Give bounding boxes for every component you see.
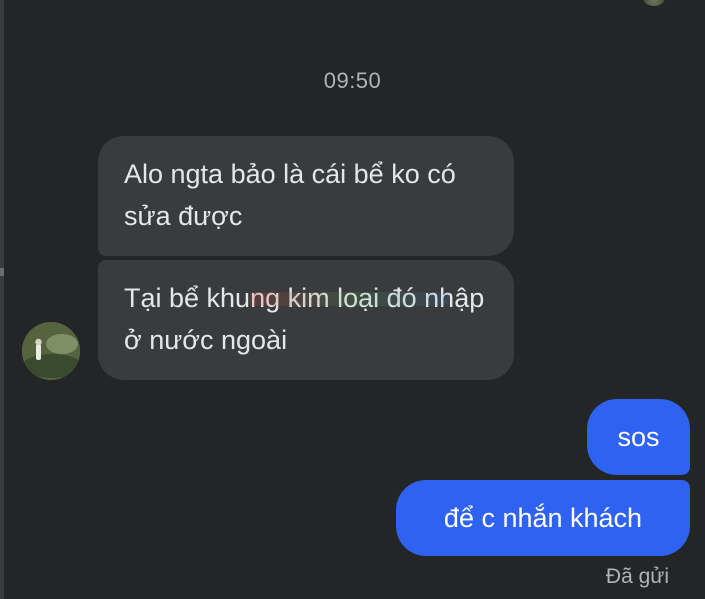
- avatar-photo: [22, 322, 80, 380]
- incoming-message-bubble[interactable]: Alo ngta bảo là cái bể ko có sửa được: [98, 136, 514, 256]
- outgoing-message-bubble[interactable]: để c nhắn khách: [396, 480, 690, 556]
- incoming-message-bubble[interactable]: Tại bể khung kim loại đó nhập ở nước ngo…: [98, 260, 514, 380]
- message-timestamp: 09:50: [323, 68, 382, 93]
- seen-avatar-icon: [643, 0, 665, 6]
- watermark-overlay: [250, 292, 450, 306]
- contact-avatar-icon[interactable]: [22, 322, 80, 380]
- outgoing-message-bubble[interactable]: sos: [587, 399, 690, 475]
- panel-divider-handle[interactable]: [0, 268, 4, 276]
- delivery-status: Đã gửi: [605, 565, 669, 588]
